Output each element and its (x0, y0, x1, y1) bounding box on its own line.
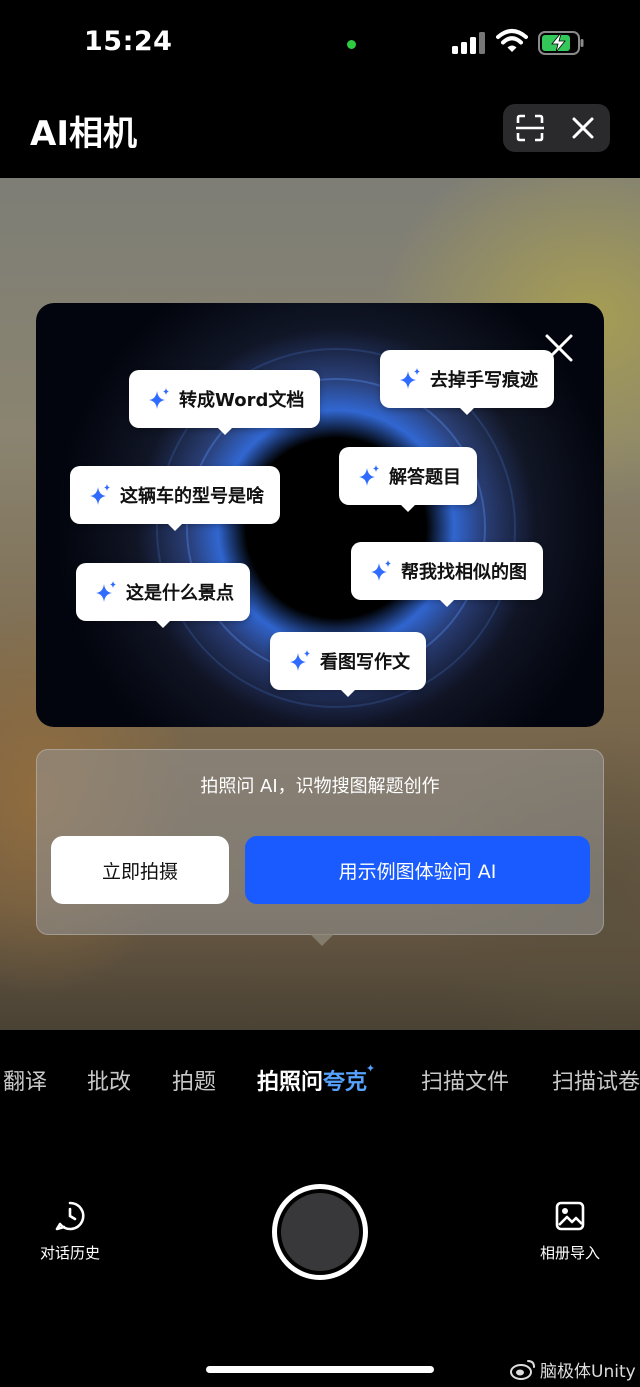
camera-in-use-indicator (347, 40, 356, 49)
prompt-bubble-remove-handwriting[interactable]: 去掉手写痕迹 (380, 350, 554, 415)
shutter-button[interactable] (272, 1184, 368, 1280)
home-indicator (206, 1366, 434, 1373)
watermark: 脑极体Unity (510, 1356, 636, 1382)
chat-history-button[interactable]: 对话历史 (36, 1200, 104, 1266)
tab-scan-exam[interactable]: 扫描试卷 (552, 1064, 640, 1096)
sparkle-icon (371, 560, 391, 581)
prompt-bubble-solve[interactable]: 解答题目 (339, 447, 477, 512)
weibo-logo-icon (510, 1360, 535, 1380)
info-description: 拍照问 AI，识物搜图解题创作 (200, 776, 440, 797)
ai-info-panel: 拍照问 AI，识物搜图解题创作 立即拍摄 用示例图体验问 AI (36, 749, 604, 946)
wifi-icon (496, 29, 528, 52)
prompt-bubble-landmark[interactable]: 这是什么景点 (76, 563, 250, 628)
try-sample-button[interactable]: 用示例图体验问 AI (245, 836, 590, 904)
header-controls (503, 104, 610, 152)
status-time: 15:24 (84, 26, 173, 57)
bubble-label: 这辆车的型号是啥 (120, 486, 264, 507)
page-title: AI相机 (30, 114, 137, 154)
cellular-signal-icon (452, 32, 486, 54)
bubble-label: 帮我找相似的图 (401, 562, 527, 583)
tab-ask-quark[interactable]: 拍照问夸克 ✦ (257, 1062, 375, 1096)
bubble-label: 看图写作文 (320, 652, 410, 673)
sparkle-icon (359, 465, 379, 486)
tab-translate[interactable]: 翻译 (3, 1064, 47, 1096)
sparkle-icon (96, 581, 116, 602)
bubble-label: 这是什么景点 (126, 583, 234, 604)
sparkle-icon: ✦ (365, 1062, 376, 1075)
prompt-bubble-essay[interactable]: 看图写作文 (270, 632, 426, 697)
sparkle-icon (149, 388, 169, 409)
watermark-text: 脑极体Unity (540, 1361, 636, 1382)
chat-history-label: 对话历史 (39, 1244, 100, 1262)
bubble-label: 去掉手写痕迹 (430, 370, 538, 391)
prompt-bubble-car-model[interactable]: 这辆车的型号是啥 (70, 466, 280, 531)
close-icon[interactable] (569, 114, 597, 142)
sparkle-icon (400, 368, 420, 389)
bubble-label: 解答题目 (389, 467, 461, 488)
ai-examples-card: 转成Word文档 去掉手写痕迹 这辆车的型号是啥 解答题目 帮我找相似的图 这是… (36, 303, 604, 727)
scan-icon[interactable] (515, 114, 545, 142)
tab-label-main: 拍照问 (257, 1070, 324, 1095)
tab-scan-document[interactable]: 扫描文件 (421, 1064, 509, 1096)
shutter-inner (281, 1193, 359, 1271)
tab-correct[interactable]: 批改 (87, 1064, 131, 1096)
bubble-label: 转成Word文档 (179, 390, 305, 411)
gallery-icon (555, 1201, 585, 1231)
status-bar: 15:24 (0, 0, 640, 90)
tab-label-accent: 夸克 (323, 1070, 368, 1095)
mode-tabs: 翻译 批改 拍题 拍照问夸克 ✦ 扫描文件 扫描试卷 (0, 1058, 640, 1102)
history-icon (55, 1201, 85, 1231)
tab-photo-question[interactable]: 拍题 (172, 1064, 216, 1096)
sparkle-icon (90, 484, 110, 505)
sparkle-icon (290, 650, 310, 671)
album-import-button[interactable]: 相册导入 (536, 1200, 604, 1266)
battery-charging-icon (538, 31, 584, 55)
app-header: AI相机 (0, 90, 640, 178)
shoot-now-button[interactable]: 立即拍摄 (51, 836, 229, 904)
album-import-label: 相册导入 (539, 1244, 600, 1262)
prompt-bubble-similar-image[interactable]: 帮我找相似的图 (351, 542, 543, 607)
prompt-bubble-word[interactable]: 转成Word文档 (129, 370, 321, 435)
